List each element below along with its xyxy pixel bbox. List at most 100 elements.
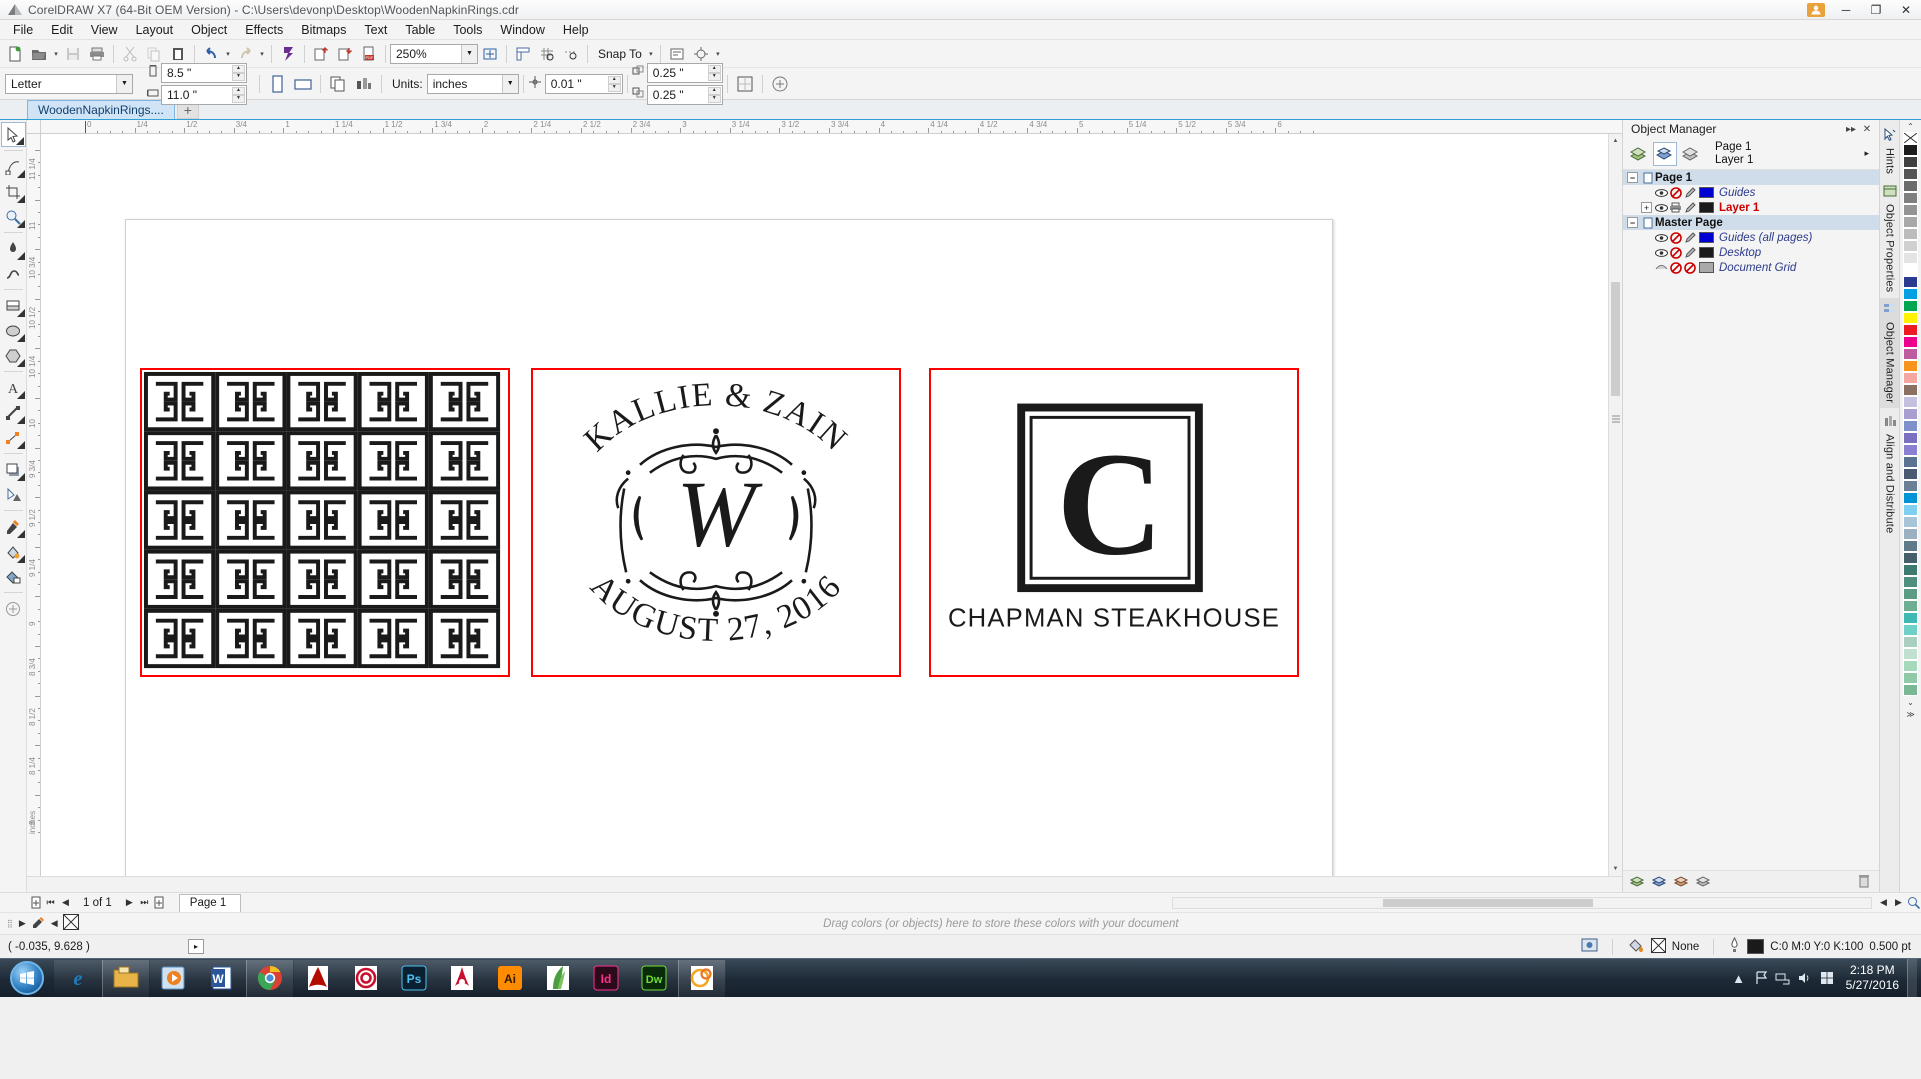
menu-text[interactable]: Text [355,21,396,39]
portrait-orientation-button[interactable] [264,71,290,97]
maximize-button[interactable]: ❐ [1861,0,1891,20]
ellipse-tool[interactable] [1,318,26,343]
user-account-icon[interactable] [1807,3,1825,17]
color-drop-bar[interactable]: ⣿ ▶ ◀ Drag colors (or objects) here to s… [0,912,1921,934]
duplicate-x-input[interactable]: 0.25 " ▲ ▼ [646,62,723,83]
snap-to-arrow[interactable]: ▾ [646,43,656,65]
palette-swatch[interactable] [1903,540,1918,552]
grid-color-swatch[interactable] [1699,262,1714,273]
palette-swatch[interactable] [1903,600,1918,612]
taskbar-app-windows-media-player[interactable] [150,959,198,997]
new-master-layer-odd-icon[interactable] [1671,872,1693,892]
undo-icon[interactable] [199,43,223,65]
menu-help[interactable]: Help [554,21,598,39]
page-width-input[interactable]: 8.5 " ▲ ▼ [161,62,247,83]
palette-swatch[interactable] [1903,276,1918,288]
show-rulers-icon[interactable] [511,43,535,65]
crop-tool-flyout-arrow[interactable] [16,195,25,203]
action-center-flag-icon[interactable] [1750,959,1772,998]
all-pages-button[interactable] [325,71,351,97]
eye-visible-icon[interactable] [1655,232,1668,244]
scroll-right-button[interactable]: ▶ [1891,895,1906,911]
add-page-before-button[interactable] [28,895,43,911]
chapman-steakhouse-card[interactable]: C CHAPMAN STEAKHOUSE [929,368,1299,677]
colorbar-eyedropper-icon[interactable] [29,916,48,932]
layer1-expand-toggle[interactable]: + [1641,202,1652,213]
menu-edit[interactable]: Edit [42,21,82,39]
artistic-media-tool[interactable] [1,261,26,286]
palette-swatch[interactable] [1903,588,1918,600]
duplicate-y-spinner[interactable]: ▲ ▼ [707,86,721,103]
palette-swatch[interactable] [1903,396,1918,408]
palette-swatch[interactable] [1903,552,1918,564]
close-button[interactable]: ✕ [1891,0,1921,20]
polygon-tool-flyout-arrow[interactable] [16,359,25,367]
edit-pencil-icon[interactable] [1683,231,1696,244]
paste-icon[interactable] [166,43,190,65]
taskbar-app-adobe-acrobat[interactable] [294,959,342,997]
parallel-dimension-tool[interactable] [1,400,26,425]
units-combo[interactable]: inches ▼ [426,73,519,94]
zoom-status-icon[interactable] [1906,895,1921,911]
palette-swatch[interactable] [1903,204,1918,216]
add-page-after-button[interactable] [152,895,167,911]
minimize-button[interactable]: ─ [1831,0,1861,20]
docker-page-expand-arrow[interactable]: ▸ [1864,148,1875,159]
ellipse-tool-flyout-arrow[interactable] [16,334,25,342]
printable-disabled-icon[interactable] [1669,246,1682,259]
colorbar-next-icon[interactable]: ▶ [16,918,29,929]
palette-swatch[interactable] [1903,336,1918,348]
interactive-fill-tool[interactable] [1,539,26,564]
application-options-icon[interactable] [689,43,713,65]
taskbar-app-microsoft-word[interactable]: W [198,959,246,997]
palette-swatch[interactable] [1903,348,1918,360]
drawing-canvas[interactable]: KALLIE & ZAIN AUGUST 27, 2016 W C CHAPMA… [41,134,1608,876]
palette-swatch[interactable] [1903,564,1918,576]
landscape-orientation-button[interactable] [290,71,316,97]
taskbar-clock[interactable]: 2:18 PM 5/27/2016 [1838,963,1907,993]
zoom-tool-flyout-arrow[interactable] [16,220,25,228]
straight-line-connector-tool[interactable] [1,425,26,450]
edit-scale-button[interactable] [732,71,758,97]
new-master-layer-icon[interactable] [1649,872,1671,892]
duplicate-y-input[interactable]: 0.25 " ▲ ▼ [646,84,723,105]
horizontal-ruler[interactable]: 0 1/4 1/2 3/4 1 1 1/4 1 1/2 1 3/4 2 2 1/4 2 1/2 2 3… [41,120,1608,134]
guides-all-color-swatch[interactable] [1699,232,1714,243]
taskbar-app-adobe-illustrator[interactable]: Ai [486,959,534,997]
add-toolbar-item-button[interactable] [767,71,793,97]
edit-pencil-icon[interactable] [1683,246,1696,259]
paper-type-combo[interactable]: Letter ▼ [5,73,133,94]
palette-swatch[interactable] [1903,528,1918,540]
print-icon[interactable] [85,43,109,65]
palette-swatch[interactable] [1903,492,1918,504]
zoom-level-combo[interactable]: 250% ▼ [390,43,478,64]
scroll-down-button[interactable]: ▼ [1609,862,1622,876]
menu-object[interactable]: Object [182,21,236,39]
palette-no-color-swatch[interactable] [1903,132,1918,144]
show-desktop-button[interactable] [1907,958,1917,998]
scroll-left-button[interactable]: ◀ [1876,895,1891,911]
corel-connect-icon[interactable] [276,43,300,65]
text-tool-flyout-arrow[interactable] [16,391,25,399]
palette-swatch[interactable] [1903,516,1918,528]
shape-tool-flyout-arrow[interactable] [16,170,25,178]
palette-swatch[interactable] [1903,144,1918,156]
palette-swatch[interactable] [1903,300,1918,312]
palette-scroll-up[interactable]: ⌃ [1907,120,1914,132]
om-row-desktop[interactable]: Desktop [1623,245,1879,260]
printer-icon[interactable] [1669,202,1682,214]
palette-expand[interactable]: ≫ [1906,708,1914,720]
delete-icon[interactable] [1853,872,1875,892]
options-icon[interactable] [665,43,689,65]
palette-swatch[interactable] [1903,444,1918,456]
page-width-spinner[interactable]: ▲ ▼ [232,64,245,81]
horizontal-scroll-thumb[interactable] [1383,898,1593,907]
crop-tool[interactable] [1,179,26,204]
greek-key-pattern-card[interactable] [140,368,510,677]
fill-tool-flyout-arrow[interactable] [16,555,25,563]
page-tab-page-1[interactable]: Page 1 [178,893,242,912]
edit-disabled-icon[interactable] [1683,261,1696,274]
connector-tool-flyout-arrow[interactable] [16,441,25,449]
palette-swatch[interactable] [1903,480,1918,492]
duplicate-x-spinner[interactable]: ▲ ▼ [707,64,721,81]
